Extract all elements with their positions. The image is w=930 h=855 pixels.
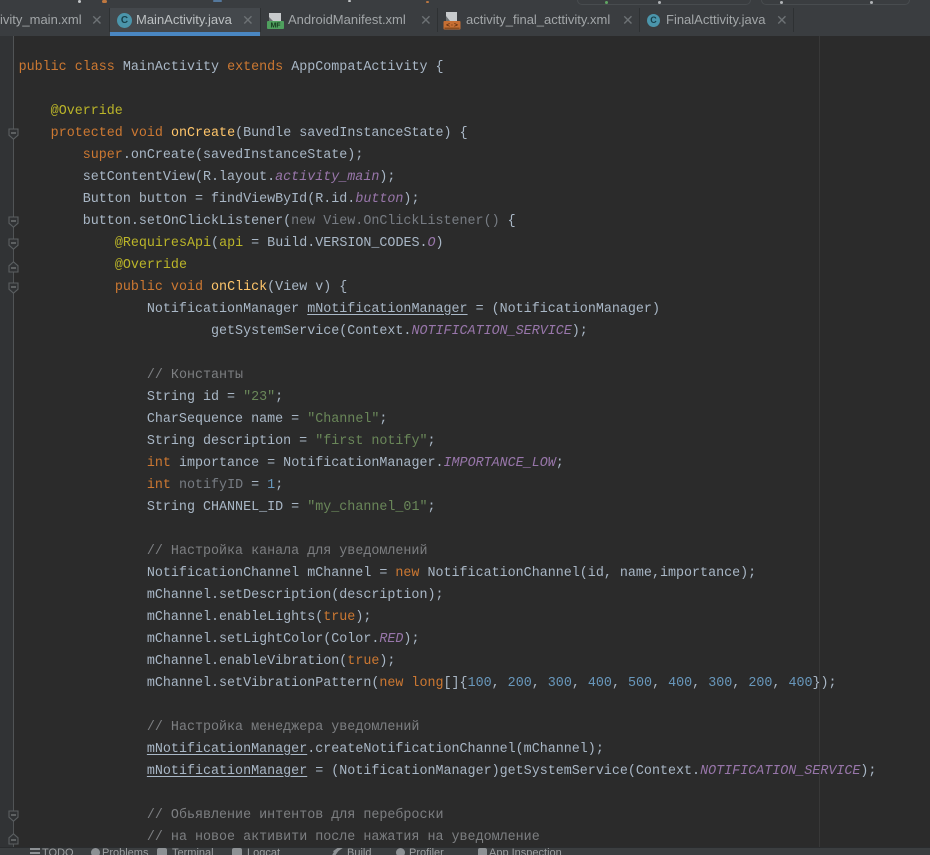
svg-text:<·>: <·> — [446, 22, 458, 29]
svg-text:MF: MF — [270, 23, 281, 30]
